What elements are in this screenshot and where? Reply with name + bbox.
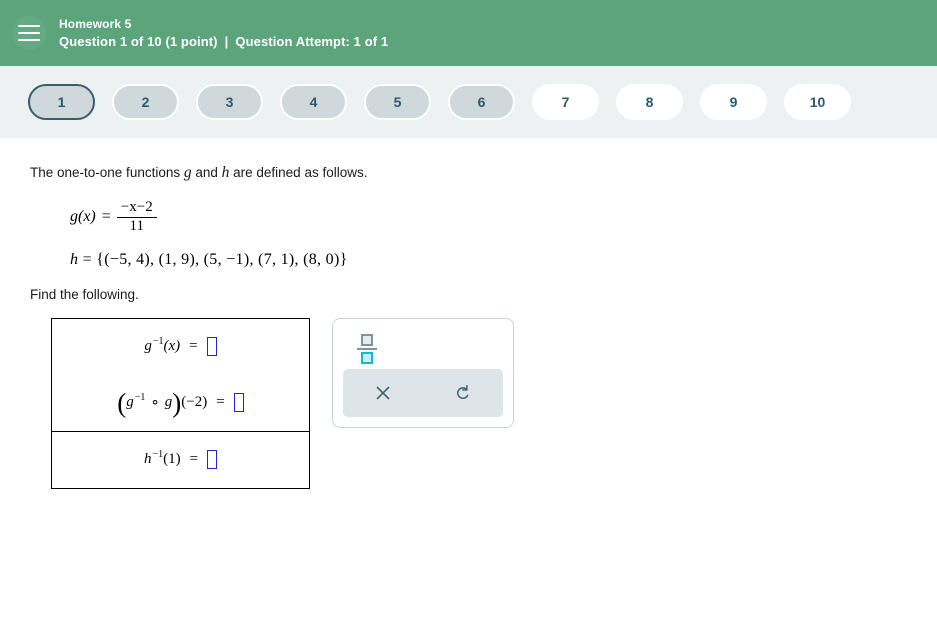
question-pill-1[interactable]: 1 [28, 84, 95, 120]
expression-g-inverse-x: g −1 (x) [144, 336, 181, 355]
problem-intro: The one-to-one functions g and h are def… [30, 164, 937, 182]
header-separator: | [224, 34, 229, 49]
hamburger-line [18, 25, 40, 27]
g-definition-equals: = [101, 208, 111, 226]
expr-arg: (−2) [181, 394, 208, 410]
answer-equals-sign: = [189, 338, 198, 354]
answer-group-g: g −1 (x) = (g −1 ∘ g) (−2) = [52, 319, 309, 432]
expr-exponent: −1 [134, 392, 146, 403]
fraction-denominator: 11 [129, 217, 144, 234]
expr-exponent: −1 [152, 336, 164, 347]
fraction-numerator: −x−2 [120, 199, 153, 215]
hamburger-icon[interactable] [12, 16, 46, 50]
expr-arg: (1) [163, 451, 181, 467]
answer-input-g-inverse-x[interactable] [206, 337, 217, 356]
answer-equals-sign: = [189, 451, 199, 467]
question-pill-9[interactable]: 9 [700, 84, 767, 120]
h-definition-set: {(−5, 4), (1, 9), (5, −1), (7, 1), (8, 0… [96, 250, 348, 268]
expr-close-paren: ) [172, 388, 182, 419]
fraction-bar-icon [357, 347, 377, 350]
question-content: The one-to-one functions g and h are def… [0, 138, 937, 639]
question-pill-5[interactable]: 5 [364, 84, 431, 120]
question-pill-2[interactable]: 2 [112, 84, 179, 120]
g-definition-fraction: −x−2 11 [116, 199, 157, 235]
answer-row-g-inverse-compose-g: (g −1 ∘ g) (−2) = [52, 375, 309, 431]
expr-base-h: h [143, 451, 152, 467]
undo-button[interactable] [423, 369, 503, 417]
expr-base-g: g [144, 338, 152, 354]
answer-equals-sign: = [216, 394, 225, 410]
math-toolbar [332, 317, 514, 428]
expr-open-paren: ( [117, 388, 127, 419]
h-definition: h = {(−5, 4), (1, 9), (5, −1), (7, 1), (… [70, 251, 937, 269]
h-definition-equals: = [82, 250, 92, 268]
answer-row-h-inverse-1: h −1 (1) = [52, 432, 309, 488]
close-icon [374, 384, 392, 402]
expr-base-g-second: g [164, 394, 173, 410]
g-definition-name: g [70, 208, 78, 226]
h-definition-name: h [70, 250, 79, 268]
expression-g-inverse-compose-g: (g −1 ∘ g) (−2) [117, 388, 208, 419]
answer-row-g-inverse-x: g −1 (x) = [52, 319, 309, 375]
question-nav-bar: 1 2 3 4 5 6 7 8 9 10 [0, 66, 937, 138]
g-definition-arg: (x) [78, 208, 96, 226]
instruction-text: Find the following. [30, 286, 139, 302]
intro-text-mid: and [191, 165, 222, 180]
expr-base-g-inverse: g [126, 394, 134, 410]
homework-title: Homework 5 [59, 17, 132, 31]
expr-arg: (x) [163, 338, 181, 354]
question-pill-6[interactable]: 6 [448, 84, 515, 120]
expr-exponent: −1 [152, 449, 164, 460]
question-pill-8[interactable]: 8 [616, 84, 683, 120]
question-attempt: Question Attempt: 1 of 1 [235, 34, 389, 49]
question-pill-10[interactable]: 10 [784, 84, 851, 120]
answer-input-h-inverse-1[interactable] [207, 450, 218, 469]
answer-group-h: h −1 (1) = [52, 432, 309, 488]
intro-text-after: are defined as follows. [229, 165, 368, 180]
math-toolbar-templates [343, 329, 503, 369]
fraction-denominator-slot-icon [361, 351, 373, 364]
fraction-icon[interactable] [357, 333, 377, 364]
app-header: Homework 5 Question 1 of 10 (1 point) | … [0, 0, 937, 66]
question-pill-4[interactable]: 4 [280, 84, 347, 120]
fraction-numerator-slot-icon [361, 333, 373, 346]
hamburger-line [18, 32, 40, 34]
clear-button[interactable] [343, 369, 423, 417]
g-definition: g (x) = −x−2 11 [70, 199, 937, 235]
question-pill-3[interactable]: 3 [196, 84, 263, 120]
intro-function-g: g [183, 164, 192, 181]
question-counter: Question 1 of 10 (1 point) [59, 34, 218, 49]
math-toolbar-actions [343, 368, 503, 417]
question-pill-7[interactable]: 7 [532, 84, 599, 120]
function-definitions: g (x) = −x−2 11 h = {(−5, 4), (1, 9), (5,… [70, 199, 937, 269]
intro-text-before: The one-to-one functions [30, 165, 184, 180]
answer-table: g −1 (x) = (g −1 ∘ g) (−2) = h −1 (1) = [51, 317, 310, 489]
answer-input-g-inverse-compose-g[interactable] [233, 393, 244, 412]
answer-area: g −1 (x) = (g −1 ∘ g) (−2) = h −1 (1) = [51, 317, 937, 489]
expression-h-inverse-1: h −1 (1) [143, 449, 181, 468]
hamburger-line [18, 39, 40, 41]
header-text-block: Homework 5 Question 1 of 10 (1 point) | … [59, 17, 388, 49]
question-status-line: Question 1 of 10 (1 point) | Question At… [59, 34, 388, 49]
undo-icon [453, 383, 473, 403]
expr-compose-operator: ∘ [150, 395, 160, 411]
